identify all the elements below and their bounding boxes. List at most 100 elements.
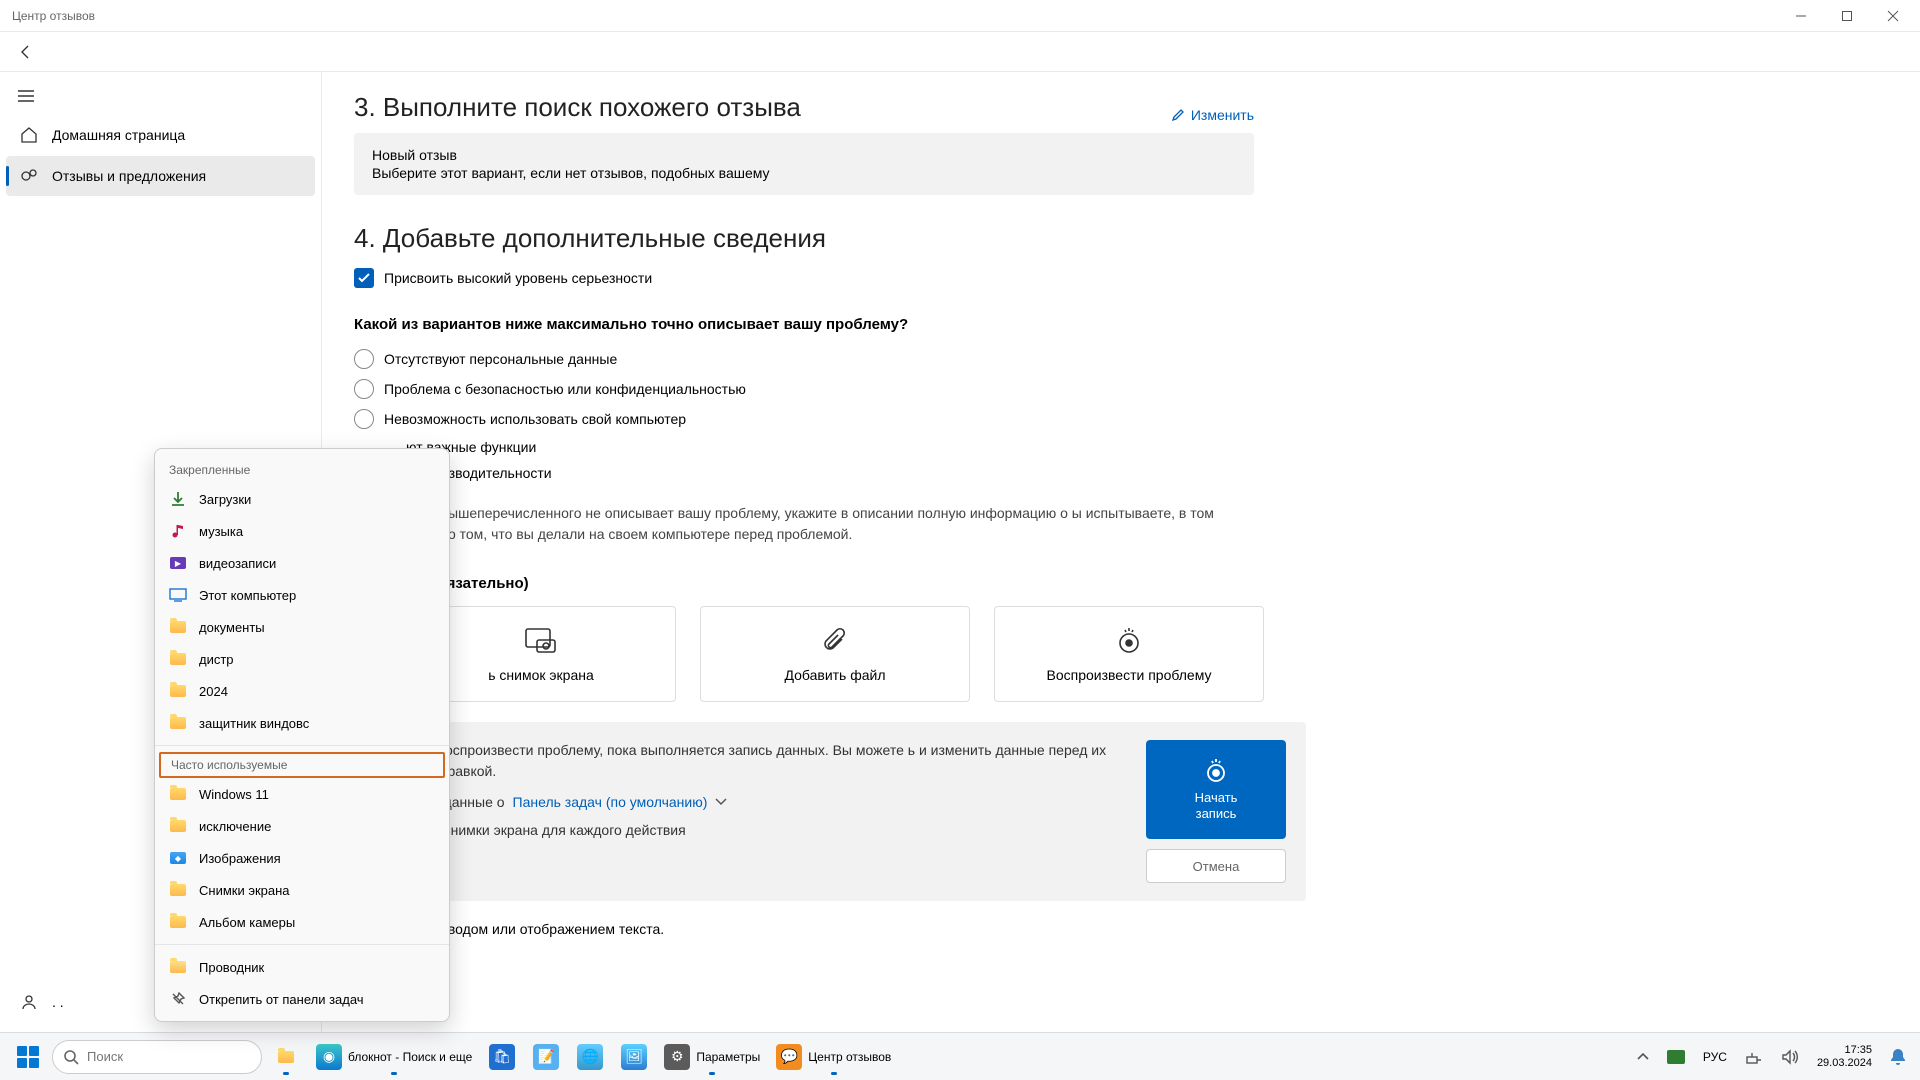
new-feedback-card[interactable]: Новый отзыв Выберите этот вариант, если … — [354, 133, 1254, 195]
feedback-icon — [20, 167, 38, 185]
bell-icon — [1890, 1048, 1906, 1066]
back-row — [0, 32, 1920, 72]
nav-account-label: . . — [52, 994, 64, 1010]
jumplist-frequent-item[interactable]: исключение — [155, 810, 449, 842]
radio-option-3[interactable]: ют важные функции — [354, 439, 1880, 455]
tile-addfile[interactable]: Добавить файл — [700, 606, 970, 702]
start-label-2: запись — [1195, 806, 1238, 822]
jumplist-frequent-item[interactable]: Windows 11 — [155, 778, 449, 810]
jumplist-pinned-item[interactable]: музыка — [155, 515, 449, 547]
explorer-icon — [169, 958, 187, 976]
taskbar-search[interactable] — [52, 1040, 262, 1074]
globe-icon: 🌐 — [577, 1044, 603, 1070]
person-icon — [20, 993, 38, 1011]
taskbar-edge-label: блокнот - Поиск и еще — [348, 1050, 472, 1064]
titlebar: Центр отзывов — [0, 0, 1920, 32]
edit-link[interactable]: Изменить — [1171, 107, 1254, 123]
jl-item-label: Изображения — [199, 851, 281, 866]
explorer-jumplist: Закрепленные Загрузкимузыка▶видеозаписи Э… — [154, 448, 450, 1022]
search-input[interactable] — [87, 1049, 263, 1064]
jumplist-pinned-item[interactable]: 2024 — [155, 675, 449, 707]
radio-icon — [354, 349, 374, 369]
translation-text: с переводом или отображением текста. — [354, 921, 1880, 937]
window-controls — [1778, 0, 1916, 32]
radio-option-4[interactable]: е производительности — [354, 465, 1880, 481]
folder-icon — [169, 881, 187, 899]
jumplist-pinned-header: Закрепленные — [155, 455, 449, 483]
severity-checkbox-row[interactable]: Присвоить высокий уровень серьезности — [354, 268, 1880, 288]
jumplist-unpin-label: Открепить от панели задач — [199, 992, 364, 1007]
jumplist-pinned-item[interactable]: документы — [155, 611, 449, 643]
card-title: Новый отзыв — [372, 147, 1236, 163]
folder-icon — [169, 817, 187, 835]
time-label: 17:35 — [1844, 1044, 1872, 1056]
jumplist-frequent-item[interactable]: ◆ Изображения — [155, 842, 449, 874]
minimize-button[interactable] — [1778, 0, 1824, 32]
taskbar-store[interactable]: 🛍 — [482, 1037, 522, 1077]
jumplist-frequent-item[interactable]: Снимки экрана — [155, 874, 449, 906]
taskbar-feedback-label: Центр отзывов — [808, 1050, 891, 1064]
jumplist-pinned-item[interactable]: Этот компьютер — [155, 579, 449, 611]
download-icon — [169, 490, 187, 508]
tray-network[interactable] — [1739, 1037, 1769, 1077]
taskbar-feedbackhub[interactable]: 💬 Центр отзывов — [770, 1037, 897, 1077]
taskbar-explorer[interactable] — [266, 1037, 306, 1077]
back-button[interactable] — [12, 38, 40, 66]
taskbar-browser2[interactable]: 🌐 — [570, 1037, 610, 1077]
repro-text: е воспроизвести проблему, пока выполняет… — [426, 740, 1126, 782]
folder-icon — [169, 650, 187, 668]
cancel-button[interactable]: Отмена — [1146, 849, 1286, 883]
pictures-icon: ◆ — [169, 849, 187, 867]
chevron-down-icon — [715, 798, 727, 806]
store-icon: 🛍 — [489, 1044, 515, 1070]
window-title: Центр отзывов — [12, 9, 95, 23]
tray-notifications[interactable] — [1884, 1037, 1912, 1077]
radio-option-2[interactable]: Невозможность использовать свой компьюте… — [354, 409, 1880, 429]
tile-reproduce[interactable]: Воспроизвести проблему — [994, 606, 1264, 702]
tile-label: Воспроизвести проблему — [1047, 667, 1212, 683]
maximize-button[interactable] — [1824, 0, 1870, 32]
jumplist-pinned-item[interactable]: Загрузки — [155, 483, 449, 515]
tray-volume[interactable] — [1775, 1037, 1805, 1077]
taskbar-settings[interactable]: ⚙ Параметры — [658, 1037, 766, 1077]
jumplist-frequent-item[interactable]: Альбом камеры — [155, 906, 449, 938]
jumplist-explorer[interactable]: Проводник — [155, 951, 449, 983]
radio-option-1[interactable]: Проблема с безопасностью или конфиденциа… — [354, 379, 1880, 399]
record-icon — [1113, 625, 1145, 657]
jumplist-pinned-item[interactable]: защитник виндовс — [155, 707, 449, 739]
network-icon — [1745, 1049, 1763, 1065]
tray-chevron[interactable] — [1631, 1037, 1655, 1077]
hamburger-button[interactable] — [6, 78, 46, 114]
start-record-button[interactable]: Начать запись — [1146, 740, 1286, 839]
photos-icon: 🖼 — [621, 1044, 647, 1070]
attachments-heading: (необязательно) — [354, 575, 1880, 592]
jumplist-pinned-item[interactable]: ▶видеозаписи — [155, 547, 449, 579]
cancel-label: Отмена — [1193, 859, 1240, 874]
tray-language[interactable]: РУС — [1697, 1037, 1733, 1077]
jumplist-unpin[interactable]: Открепить от панели задач — [155, 983, 449, 1015]
taskbar-photos[interactable]: 🖼 — [614, 1037, 654, 1077]
nav-home[interactable]: Домашняя страница — [6, 115, 315, 155]
start-button[interactable] — [8, 1037, 48, 1077]
date-label: 29.03.2024 — [1817, 1057, 1872, 1069]
help-text: го из вышеперечисленного не описывает ва… — [354, 503, 1224, 545]
radio-option-0[interactable]: Отсутствуют персональные данные — [354, 349, 1880, 369]
jumplist-explorer-label: Проводник — [199, 960, 264, 975]
tray-datetime[interactable]: 17:35 29.03.2024 — [1811, 1037, 1878, 1077]
taskbar-edge[interactable]: ◉ блокнот - Поиск и еще — [310, 1037, 478, 1077]
edit-label: Изменить — [1191, 107, 1254, 123]
data-category-dropdown[interactable]: Панель задач (по умолчанию) — [513, 794, 708, 810]
radio-label: Невозможность использовать свой компьюте… — [384, 411, 686, 427]
nav-feedback[interactable]: Отзывы и предложения — [6, 156, 315, 196]
taskbar-notepad[interactable]: 📝 — [526, 1037, 566, 1077]
close-button[interactable] — [1870, 0, 1916, 32]
screenshot-icon — [525, 625, 557, 657]
folder-icon — [169, 714, 187, 732]
tray-app-icon[interactable] — [1661, 1037, 1691, 1077]
jumplist-pinned-item[interactable]: дистр — [155, 643, 449, 675]
jl-item-label: документы — [199, 620, 265, 635]
radio-label: Проблема с безопасностью или конфиденциа… — [384, 381, 746, 397]
nav-home-label: Домашняя страница — [52, 127, 185, 143]
folder-icon — [169, 682, 187, 700]
jl-item-label: Этот компьютер — [199, 588, 296, 603]
